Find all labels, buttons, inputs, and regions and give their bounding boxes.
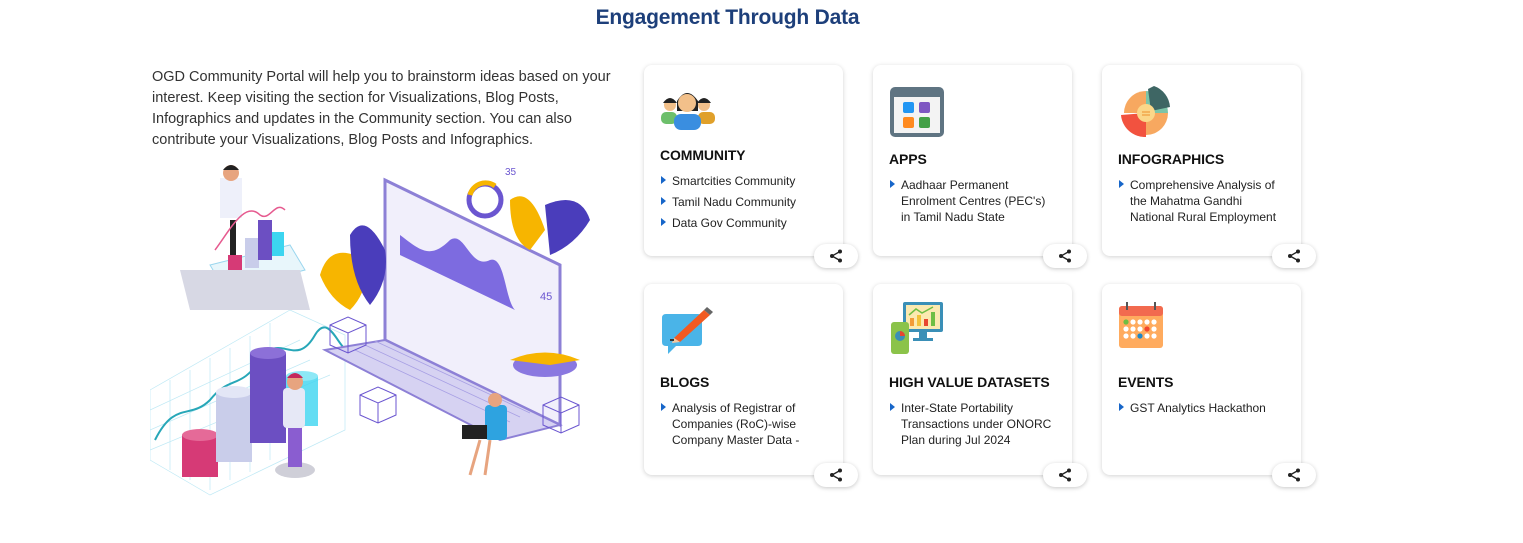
card-title: EVENTS [1118, 374, 1174, 390]
blogs-icon [662, 307, 713, 354]
card-high-value-datasets: HIGH VALUE DATASETS Inter-State Portabil… [873, 284, 1087, 487]
pie-label: 45 [540, 291, 552, 303]
donut-ring: 35 [466, 167, 517, 219]
share-icon [1288, 249, 1300, 263]
share-icon [1059, 249, 1071, 263]
card-title: HIGH VALUE DATASETS [889, 374, 1050, 390]
community-icon [661, 93, 715, 130]
share-button[interactable] [1272, 463, 1316, 487]
data-engagement-illustration: 35 45 [150, 165, 590, 496]
share-icon [830, 249, 842, 263]
card-link[interactable]: Data Gov Community [660, 215, 827, 231]
share-icon [1059, 468, 1071, 482]
card-community: COMMUNITY Smartcities Community Tamil Na… [644, 65, 858, 268]
infographics-icon [1121, 86, 1170, 138]
share-icon [1288, 468, 1300, 482]
card-link[interactable]: Comprehensive Analysis of the Mahatma Ga… [1118, 177, 1285, 225]
intro-text: OGD Community Portal will help you to br… [152, 69, 611, 148]
card-link[interactable]: Analysis of Registrar of Companies (RoC)… [660, 400, 827, 448]
card-blogs: BLOGS Analysis of Registrar of Companies… [644, 284, 858, 487]
share-button[interactable] [1043, 244, 1087, 268]
share-button[interactable] [814, 463, 858, 487]
card-apps: APPS Aadhaar Permanent Enrolment Centres… [873, 65, 1087, 268]
card-link[interactable]: GST Analytics Hackathon [1118, 400, 1285, 416]
apps-icon [890, 87, 944, 137]
share-button[interactable] [1272, 244, 1316, 268]
ring-label: 35 [505, 167, 517, 178]
card-title: INFOGRAPHICS [1118, 151, 1225, 167]
card-infographics: INFOGRAPHICS Comprehensive Analysis of t… [1102, 65, 1316, 268]
events-icon [1119, 302, 1163, 348]
card-link[interactable]: Tamil Nadu Community [660, 194, 827, 210]
share-button[interactable] [814, 244, 858, 268]
laptop [321, 177, 580, 442]
card-title: BLOGS [660, 374, 710, 390]
section-title: Engagement Through Data [595, 6, 860, 29]
card-title: COMMUNITY [660, 147, 746, 163]
share-icon [830, 468, 842, 482]
share-button[interactable] [1043, 463, 1087, 487]
engagement-cards: COMMUNITY Smartcities Community Tamil Na… [644, 65, 1316, 487]
card-link[interactable]: Inter-State Portability Transactions und… [889, 400, 1056, 448]
card-link[interactable]: Aadhaar Permanent Enrolment Centres (PEC… [889, 177, 1056, 225]
card-events: EVENTS GST Analytics Hackathon [1102, 284, 1316, 487]
card-title: APPS [889, 151, 927, 167]
desk-scene [180, 165, 310, 310]
card-link[interactable]: Smartcities Community [660, 173, 827, 189]
high-value-datasets-icon [891, 302, 943, 354]
